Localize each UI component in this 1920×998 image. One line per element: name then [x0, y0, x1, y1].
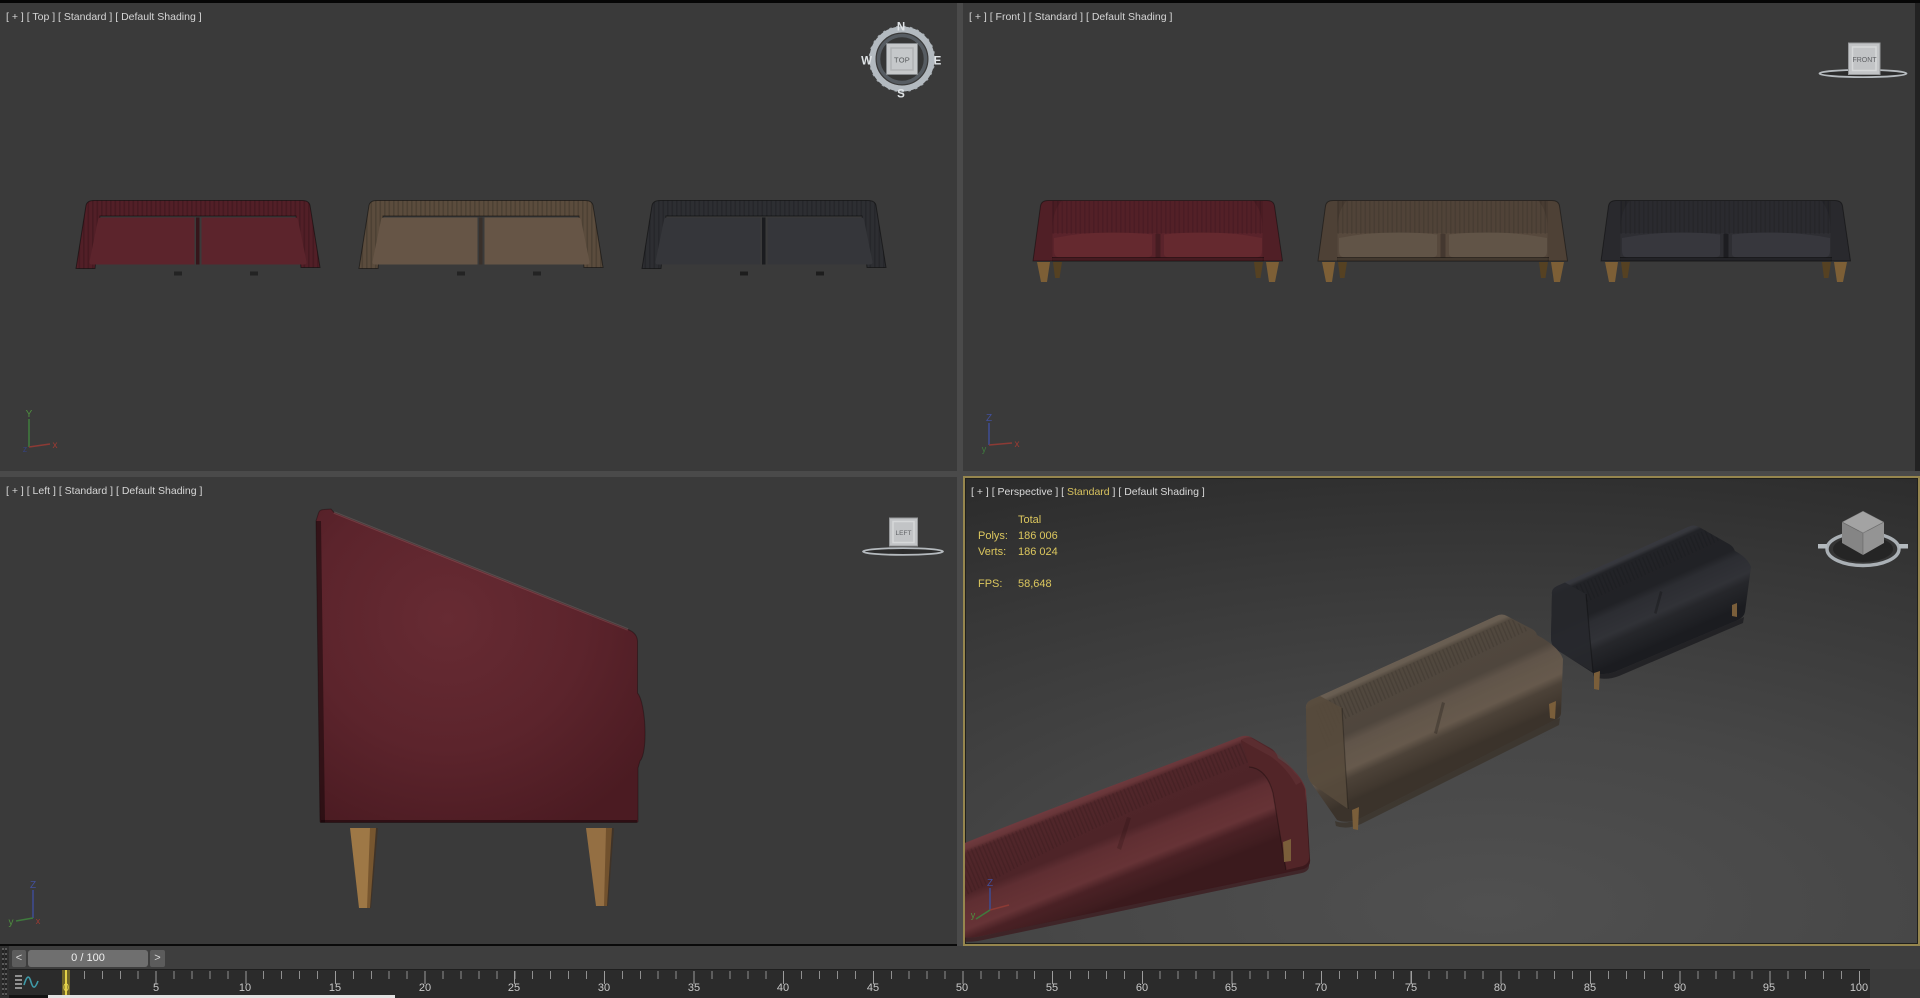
svg-text:x: x	[36, 916, 41, 926]
svg-text:x: x	[1015, 439, 1020, 450]
svg-text:y: y	[9, 917, 14, 928]
svg-text:y: y	[982, 444, 987, 454]
svg-text:W: W	[861, 56, 872, 68]
svg-text:y: y	[971, 910, 976, 920]
svg-text:Y: Y	[26, 409, 33, 420]
svg-text:z: z	[23, 444, 28, 454]
svg-text:Z: Z	[986, 413, 992, 424]
svg-text:x: x	[53, 440, 58, 451]
svg-text:S: S	[897, 89, 905, 101]
svg-text:Z: Z	[987, 878, 993, 889]
svg-text:LEFT: LEFT	[896, 530, 912, 537]
svg-text:FRONT: FRONT	[1852, 57, 1877, 64]
svg-text:N: N	[897, 22, 905, 34]
svg-text:TOP: TOP	[894, 56, 910, 65]
svg-text:E: E	[934, 56, 942, 68]
svg-text:Z: Z	[30, 880, 36, 891]
